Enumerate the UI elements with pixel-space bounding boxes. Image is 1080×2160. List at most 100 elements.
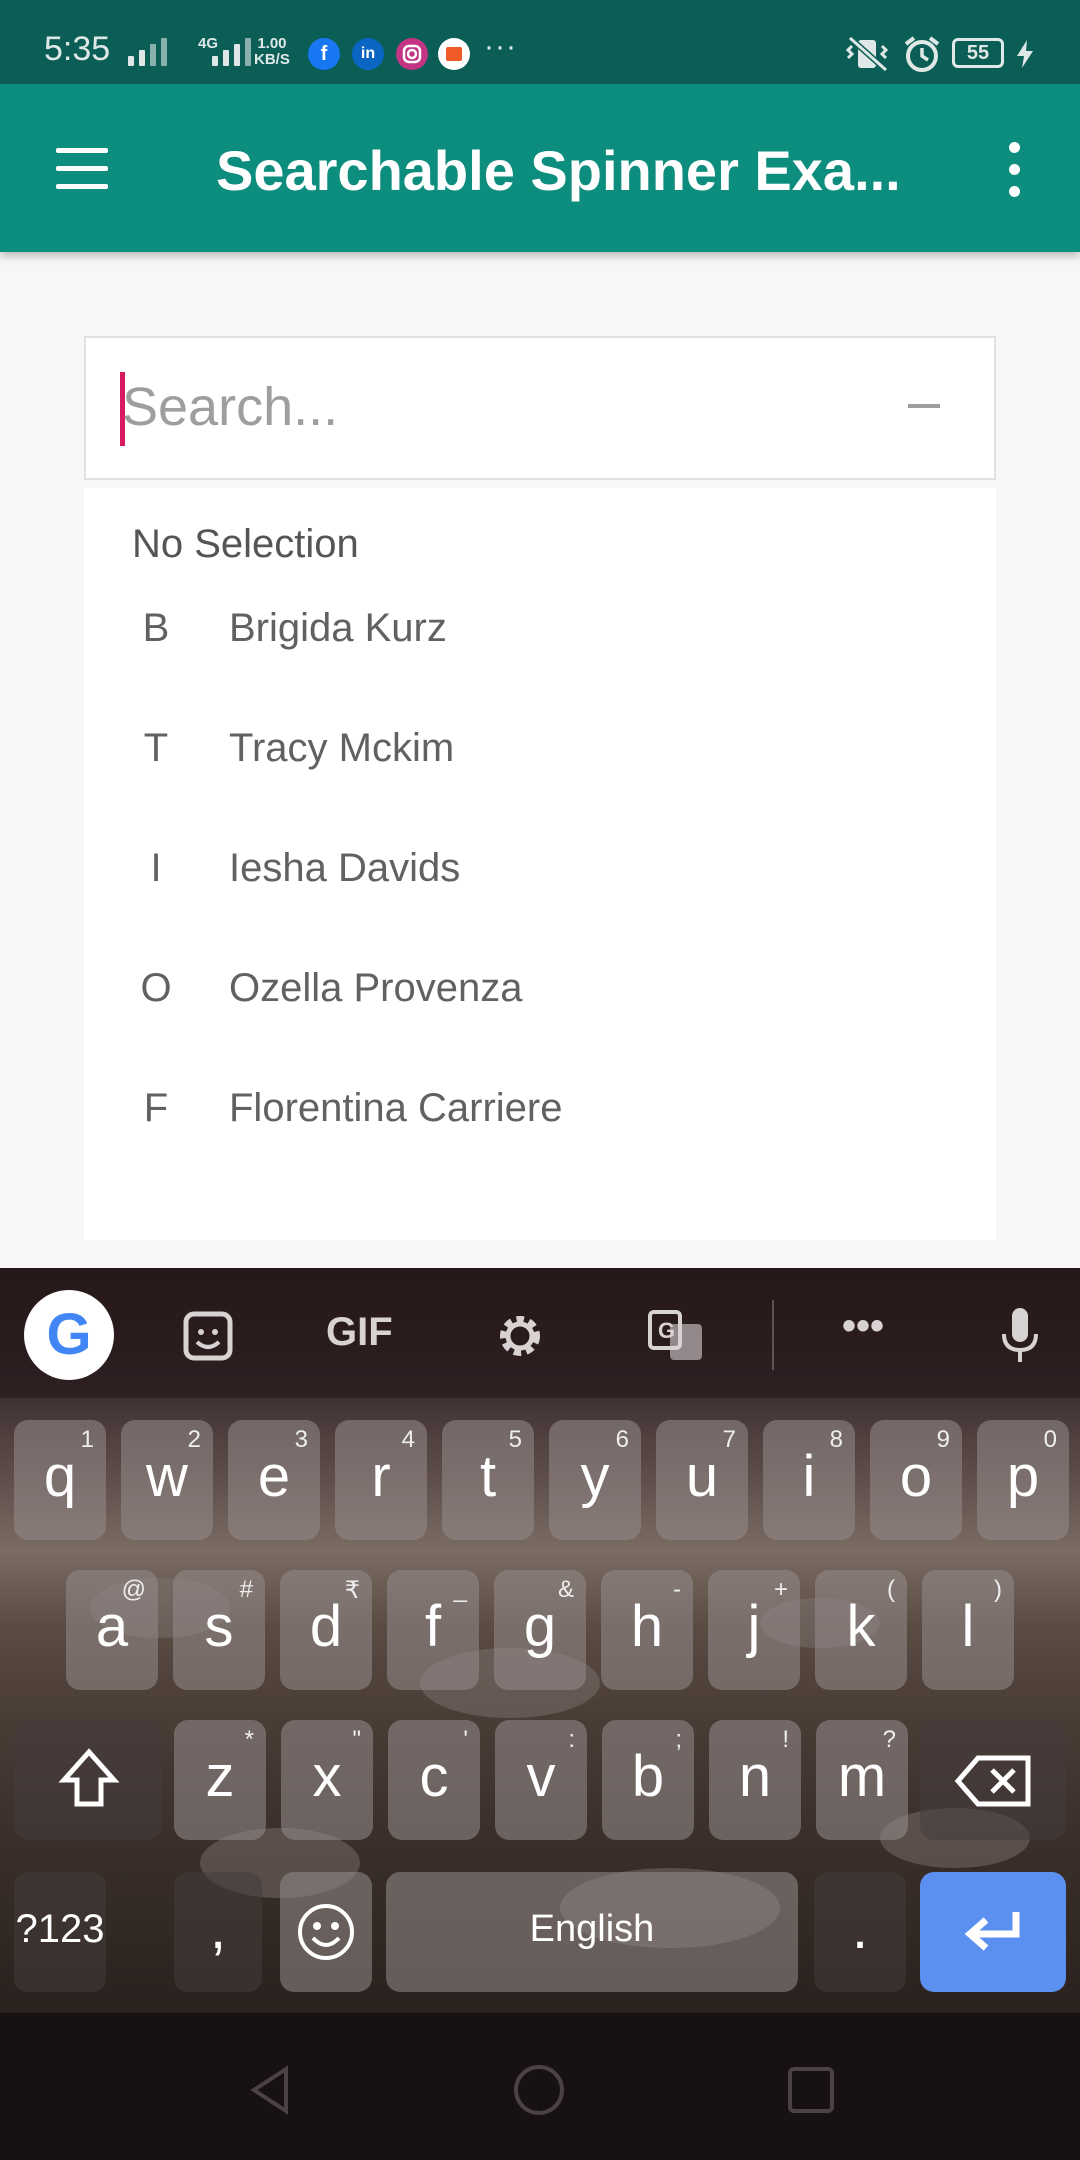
space-key[interactable]: English — [386, 1872, 798, 1992]
key-hint: 2 — [187, 1426, 201, 1453]
signal-icon-2 — [212, 32, 251, 66]
collapse-icon[interactable] — [908, 404, 940, 408]
home-icon[interactable] — [512, 2063, 566, 2117]
signal-icon — [128, 32, 167, 66]
key-r[interactable]: r4 — [335, 1420, 427, 1540]
comma-key[interactable]: , — [174, 1872, 262, 1992]
key-b[interactable]: b; — [602, 1720, 694, 1840]
emoji-key[interactable] — [280, 1872, 372, 1992]
status-time: 5:35 — [44, 30, 111, 68]
enter-key[interactable] — [920, 1872, 1066, 1992]
key-hint: 1 — [80, 1426, 94, 1453]
key-g[interactable]: g & — [494, 1570, 586, 1690]
key-z[interactable]: z * — [174, 1720, 266, 1840]
toolbar-divider — [772, 1300, 774, 1370]
list-item-name: Brigida Kurz — [229, 606, 447, 650]
key-hint: 4 — [401, 1426, 415, 1453]
key-p[interactable]: p0 — [977, 1420, 1069, 1540]
key-hint: 0 — [1043, 1426, 1057, 1453]
key-n[interactable]: n! — [709, 1720, 801, 1840]
back-icon[interactable] — [244, 2063, 298, 2117]
backspace-key[interactable] — [920, 1720, 1066, 1840]
key-o[interactable]: o9 — [870, 1420, 962, 1540]
key-m[interactable]: m? — [816, 1720, 908, 1840]
speed-unit: KB/S — [254, 51, 290, 68]
list-item-initial: F — [143, 1086, 169, 1130]
more-tools-icon[interactable]: ••• — [842, 1304, 884, 1349]
search-input[interactable] — [122, 362, 882, 452]
key-hint: 8 — [829, 1426, 843, 1453]
list-item[interactable]: T Tracy Mckim — [84, 698, 996, 808]
key-j[interactable]: j + — [708, 1570, 800, 1690]
list-item[interactable]: F Florentina Carriere — [84, 1058, 996, 1168]
spinner-dropdown-list: No Selection B Brigida Kurz T Tracy Mckim I I… — [84, 488, 996, 1240]
key-k[interactable]: k( — [815, 1570, 907, 1690]
recents-icon[interactable] — [784, 2063, 838, 2117]
key-u[interactable]: u7 — [656, 1420, 748, 1540]
list-item[interactable]: I Iesha Davids — [84, 818, 996, 928]
instagram-icon — [396, 38, 428, 70]
key-a[interactable]: a @ — [66, 1570, 158, 1690]
sticker-icon[interactable] — [182, 1310, 234, 1362]
comma-key-label: , — [209, 1896, 227, 1961]
charging-icon — [1017, 40, 1033, 68]
google-search-icon[interactable]: G — [24, 1290, 114, 1380]
key-t[interactable]: t5 — [442, 1420, 534, 1540]
symbols-key-label: ?123 — [15, 1907, 105, 1951]
key-x[interactable]: x " — [281, 1720, 373, 1840]
list-item-initial: T — [143, 726, 169, 770]
space-key-label: English — [529, 1908, 655, 1950]
shift-key[interactable] — [14, 1720, 162, 1840]
keyboard-toolbar: G GIF G ••• — [0, 1268, 1080, 1398]
status-bar: 5:35 4G 1.00 KB/S f in ··· 55 — [0, 0, 1080, 84]
key-c[interactable]: c ' — [388, 1720, 480, 1840]
key-hint: 7 — [722, 1426, 736, 1453]
key-e[interactable]: e3 — [228, 1420, 320, 1540]
settings-icon[interactable] — [492, 1308, 548, 1364]
list-item[interactable]: O Ozella Provenza — [84, 938, 996, 1048]
key-w[interactable]: w2 — [121, 1420, 213, 1540]
menu-icon[interactable] — [52, 148, 112, 190]
key-hint: & — [557, 1576, 574, 1603]
key-hint: _ — [453, 1576, 467, 1603]
app-toolbar: Searchable Spinner Exa... — [0, 84, 1080, 252]
gif-button[interactable]: GIF — [326, 1310, 393, 1355]
search-field[interactable] — [84, 336, 996, 480]
svg-text:G: G — [658, 1318, 675, 1343]
key-hint: ? — [882, 1726, 896, 1753]
period-key[interactable]: . — [814, 1872, 906, 1992]
key-hint: - — [673, 1576, 681, 1603]
key-h[interactable]: h- — [601, 1570, 693, 1690]
symbols-key[interactable]: ?123 — [14, 1872, 106, 1992]
key-s[interactable]: s # — [173, 1570, 265, 1690]
list-item-initial: O — [140, 966, 172, 1010]
more-notifications: ··· — [484, 30, 517, 63]
system-navigation-bar — [0, 2013, 1080, 2160]
translate-icon[interactable]: G — [646, 1308, 706, 1364]
key-hint: # — [239, 1576, 253, 1603]
key-hint: ' — [463, 1726, 468, 1753]
key-l[interactable]: l) — [922, 1570, 1014, 1690]
key-i[interactable]: i8 — [763, 1420, 855, 1540]
more-options-icon[interactable] — [1000, 140, 1030, 200]
facebook-icon: f — [308, 38, 340, 70]
list-item-name: Ozella Provenza — [229, 966, 523, 1010]
linkedin-icon: in — [352, 38, 384, 70]
speed-value: 1.00 — [257, 35, 287, 52]
key-hint: * — [244, 1726, 254, 1753]
key-v[interactable]: v: — [495, 1720, 587, 1840]
emoji-icon — [298, 1904, 354, 1960]
list-item[interactable]: B Brigida Kurz — [84, 578, 996, 688]
key-d[interactable]: d ₹ — [280, 1570, 372, 1690]
key-hint: ₹ — [344, 1577, 360, 1604]
period-key-label: . — [851, 1896, 869, 1961]
alarm-icon — [904, 36, 940, 72]
microphone-icon[interactable] — [996, 1304, 1044, 1368]
key-hint: : — [568, 1726, 575, 1753]
key-y[interactable]: y6 — [549, 1420, 641, 1540]
no-selection-option[interactable]: No Selection — [132, 522, 359, 567]
key-hint: 5 — [508, 1426, 522, 1453]
enter-icon — [964, 1912, 1020, 1951]
key-f[interactable]: f _ — [387, 1570, 479, 1690]
key-q[interactable]: q1 — [14, 1420, 106, 1540]
